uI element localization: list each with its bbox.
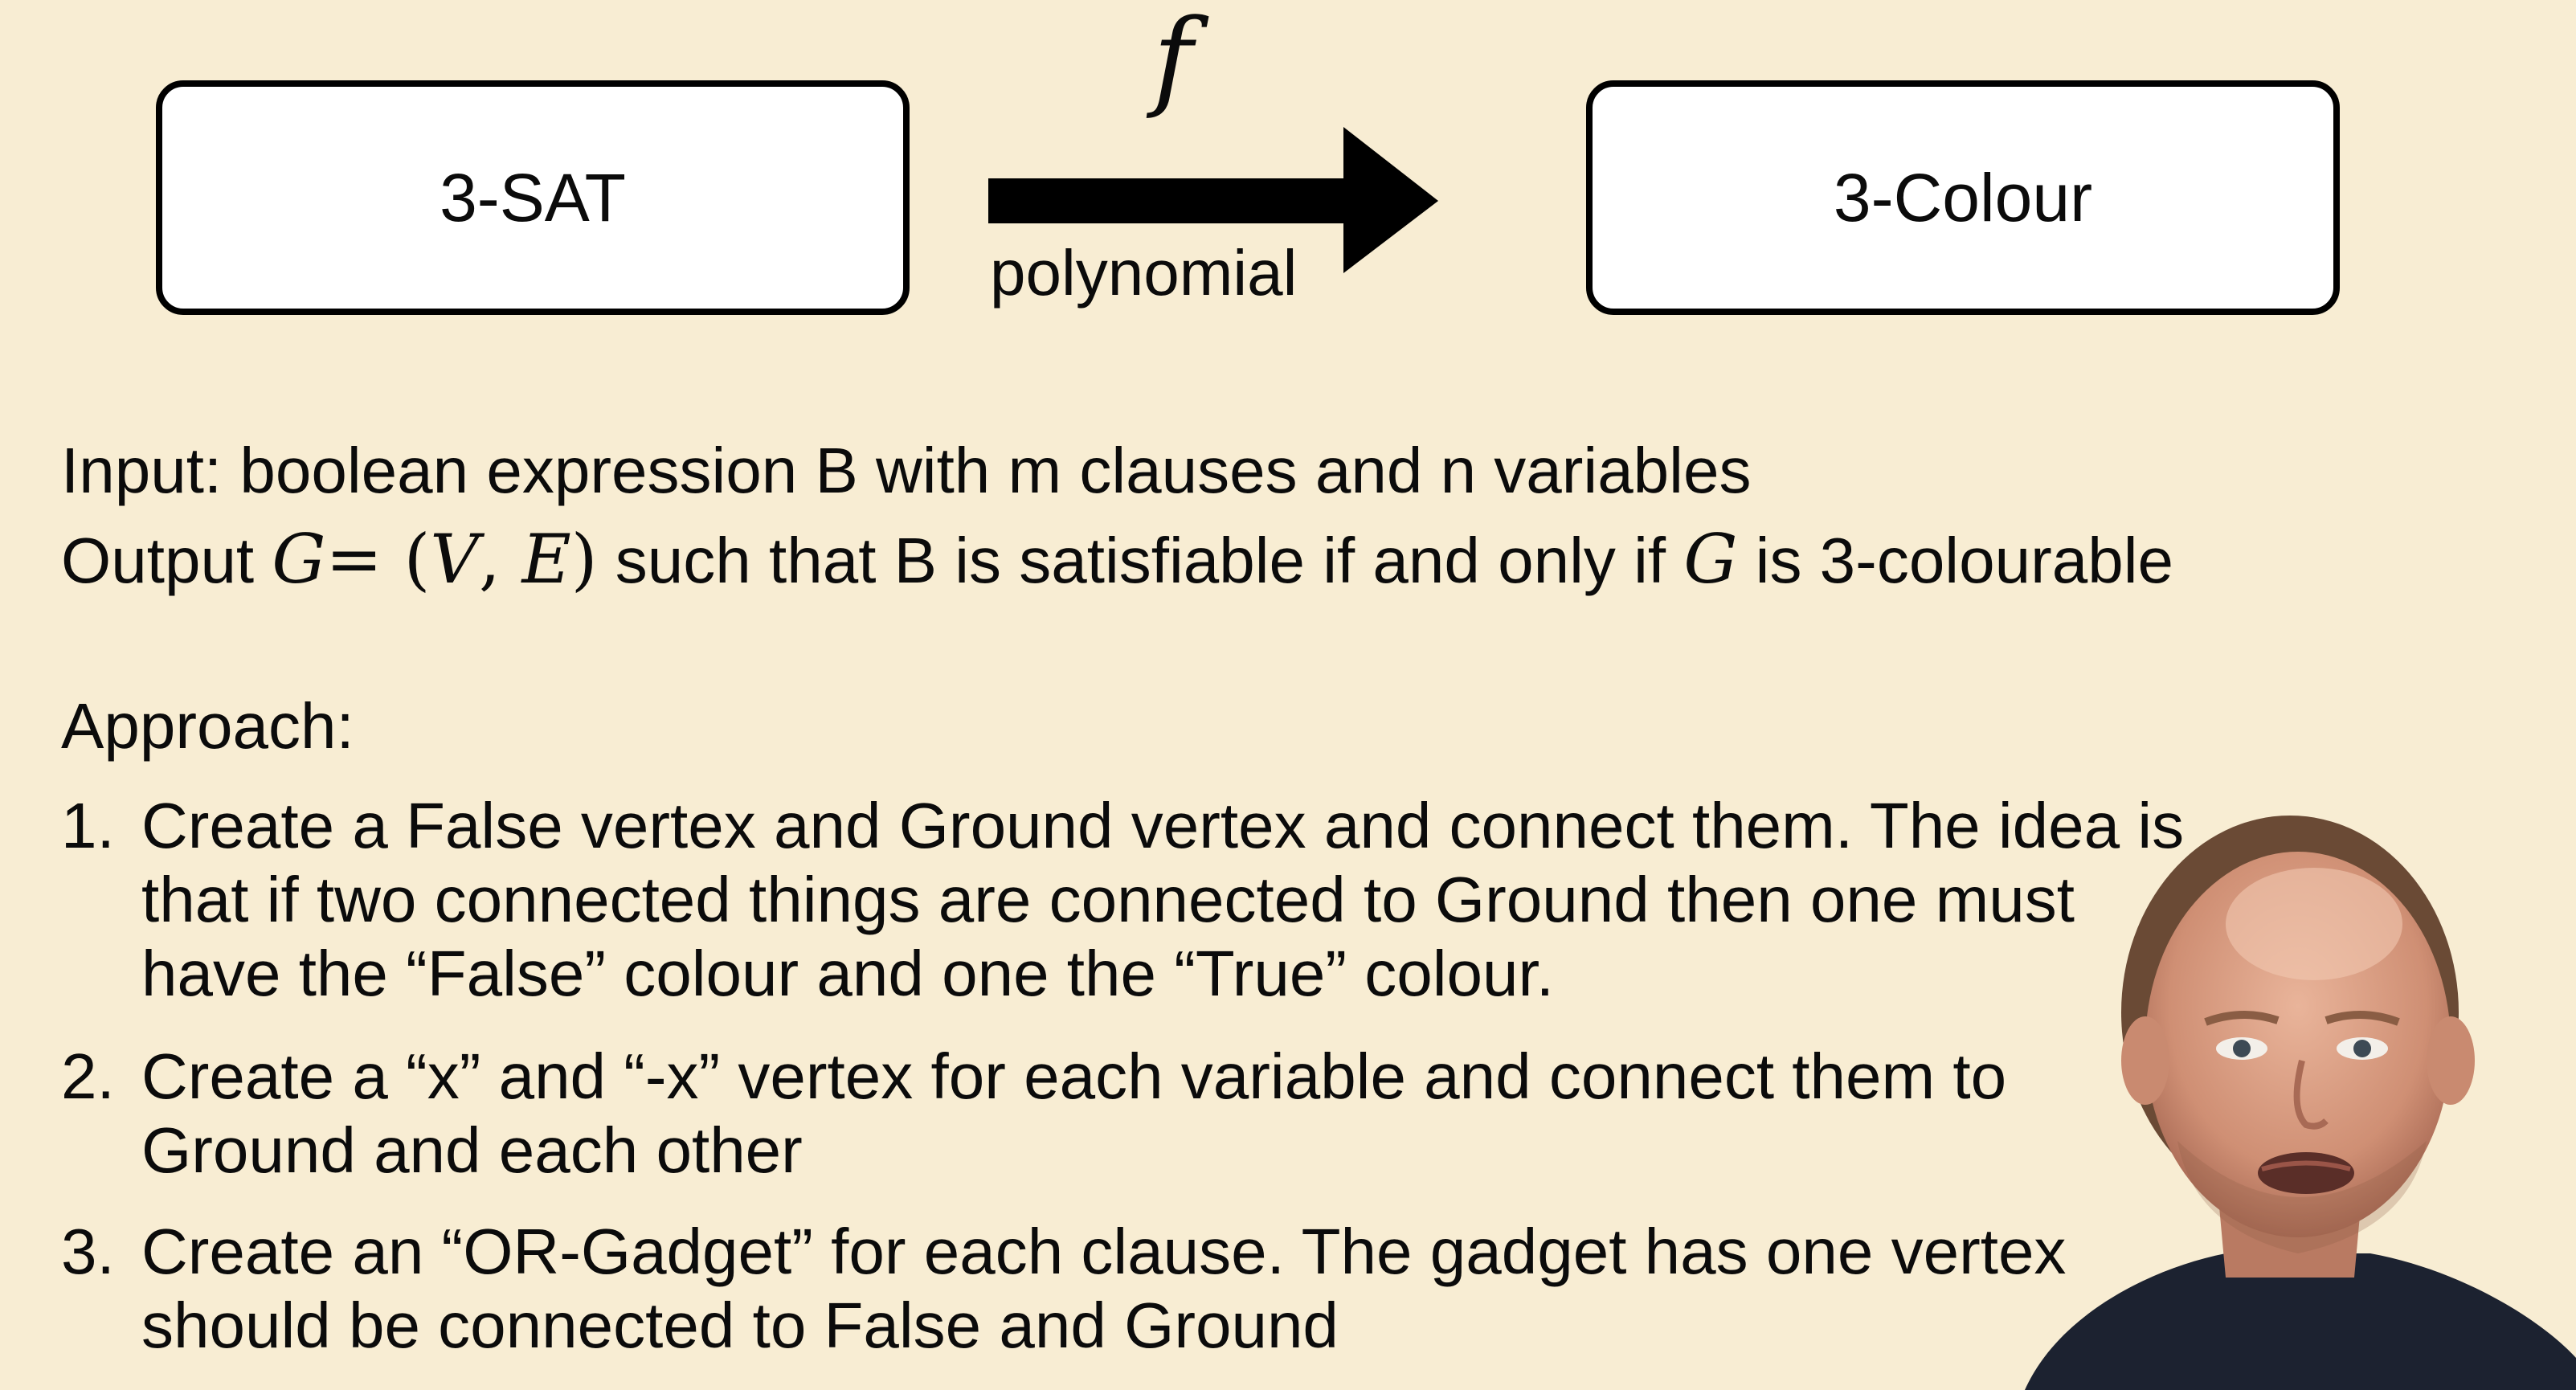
box-3-colour-label: 3-Colour	[1833, 159, 2093, 235]
math-equals: = (	[325, 520, 431, 599]
math-G2: G	[1683, 520, 1738, 599]
step-line: Ground and each other	[141, 1114, 803, 1186]
step-line: have the “False” colour and one the “Tru…	[141, 938, 1554, 1009]
arrow-head	[1343, 127, 1438, 273]
step-line: Create an “OR-Gadget” for each clause. T…	[141, 1216, 2067, 1287]
step-number: 2.	[61, 1040, 115, 1112]
step-body: Create a “x” and “-x” vertex for each va…	[141, 1040, 2006, 1188]
step-line: Create a “x” and “-x” vertex for each va…	[141, 1040, 2007, 1112]
arrow-shaft	[988, 178, 1350, 223]
math-comma: ,	[479, 520, 522, 599]
approach-heading: Approach:	[61, 690, 354, 762]
step-number: 3.	[61, 1216, 115, 1287]
output-description: Output G= (V, E) such that B is satisfia…	[61, 525, 2173, 593]
math-close: )	[570, 520, 598, 599]
presenter-video-icon	[2025, 816, 2576, 1390]
math-G: G	[272, 520, 326, 599]
output-middle: such that B is satisfiable if and only i…	[597, 525, 1684, 596]
step-line: should be connected to False and Ground	[141, 1290, 1339, 1361]
step-body: Create a False vertex and Ground vertex …	[141, 789, 2184, 1011]
output-prefix: Output	[61, 525, 255, 596]
box-3-sat-label: 3-SAT	[440, 159, 626, 235]
math-E: E	[521, 520, 571, 599]
step-body: Create an “OR-Gadget” for each clause. T…	[141, 1215, 2066, 1363]
math-V: V	[430, 520, 480, 599]
output-suffix: is 3-colourable	[1737, 525, 2173, 596]
box-3-colour: 3-Colour	[1586, 80, 2340, 315]
presenter-webcam	[2025, 803, 2576, 1390]
function-f-label: f	[1153, 0, 1193, 121]
slide: 3-SAT f polynomial 3-Colour Input: boole…	[0, 0, 2576, 1390]
box-3-sat: 3-SAT	[156, 80, 910, 315]
step-line: Create a False vertex and Ground vertex …	[141, 790, 2185, 861]
step-line: that if two connected things are connect…	[141, 864, 2075, 935]
polynomial-caption: polynomial	[990, 237, 1298, 309]
input-description: Input: boolean expression B with m claus…	[61, 435, 1752, 506]
step-number: 1.	[61, 790, 115, 861]
